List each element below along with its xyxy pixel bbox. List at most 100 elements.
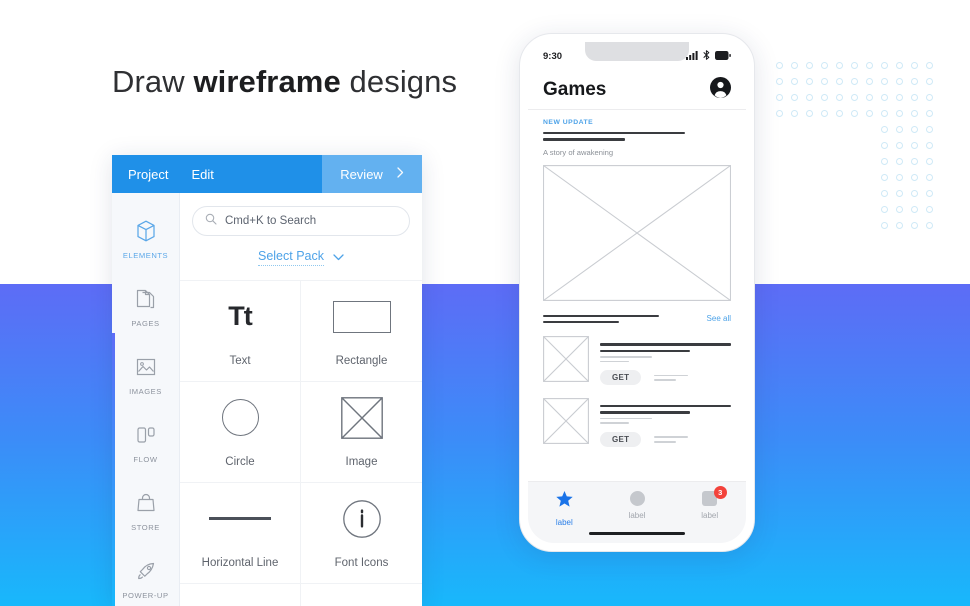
decorative-dot [896, 190, 903, 197]
decorative-dot [896, 110, 903, 117]
decorative-dot [881, 174, 888, 181]
element-label: Horizontal Line [201, 556, 279, 569]
decorative-dot [911, 78, 918, 85]
select-pack-dropdown[interactable]: Select Pack [180, 249, 422, 266]
decorative-dot [791, 126, 798, 133]
decorative-dot [926, 174, 933, 181]
list-bar-4 [600, 422, 629, 424]
decorative-dot [866, 142, 873, 149]
list-action-row: GET [600, 370, 731, 386]
decorative-dot [821, 158, 828, 165]
status-time: 9:30 [543, 50, 563, 62]
decorative-dot [866, 222, 873, 229]
decorative-dot [911, 190, 918, 197]
headline-suffix: designs [340, 64, 458, 99]
dot-row [776, 94, 941, 110]
decorative-dot [806, 142, 813, 149]
review-button[interactable]: Review [322, 155, 422, 193]
meta-bar-2 [654, 379, 677, 381]
headline-bar-short [543, 138, 625, 141]
element-art: Tt [228, 296, 253, 338]
decorative-dot [911, 142, 918, 149]
see-all-link[interactable]: See all [707, 314, 731, 323]
hero-image-placeholder[interactable] [543, 164, 731, 301]
tab-item[interactable]: label [528, 491, 601, 527]
decorative-dot [926, 110, 933, 117]
list-meta-bars [654, 374, 689, 381]
sidebar-item-power-up[interactable]: POWER-UP [112, 545, 179, 606]
decorative-dot [881, 94, 888, 101]
decorative-dot [866, 126, 873, 133]
menu-project[interactable]: Project [128, 167, 168, 182]
app-body: ELEMENTS PAGES IMAGES FLOW STORE POWER-U… [112, 193, 422, 606]
decorative-dot [821, 110, 828, 117]
decorative-dot [851, 190, 858, 197]
element-tile[interactable]: Image [301, 381, 422, 482]
decorative-dot [821, 174, 828, 181]
sidebar-item-images[interactable]: IMAGES [112, 341, 179, 409]
element-tile[interactable]: Tt Text [180, 280, 301, 381]
decorative-dot [896, 62, 903, 69]
element-label: Image [345, 455, 378, 468]
list-action-row: GET [600, 431, 731, 447]
element-label: Rectangle [335, 354, 388, 367]
app-list-item[interactable]: GET [543, 336, 731, 386]
decorative-dot [926, 62, 933, 69]
decorative-dot [776, 94, 783, 101]
search-input[interactable]: Cmd+K to Search [192, 206, 410, 236]
sidebar-label-flow: FLOW [133, 455, 158, 464]
tab-item[interactable]: label [601, 491, 674, 520]
menu-edit[interactable]: Edit [191, 167, 213, 182]
decorative-dot [836, 78, 843, 85]
element-tile[interactable]: Font Icons [301, 482, 422, 583]
feature-caption: A story of awakening [543, 147, 614, 157]
decorative-dot [926, 94, 933, 101]
decorative-dot [866, 110, 873, 117]
sidebar-item-elements[interactable]: ELEMENTS [112, 205, 179, 273]
app-list-item[interactable]: GET [543, 398, 731, 447]
decorative-dot [836, 190, 843, 197]
dot-row [776, 174, 941, 190]
decorative-dot [806, 126, 813, 133]
decorative-dot [851, 174, 858, 181]
sidebar-item-pages[interactable]: PAGES [112, 273, 179, 341]
element-tile[interactable]: Horizontal Line [180, 482, 301, 583]
get-button[interactable]: GET [600, 431, 642, 447]
decorative-dot [806, 158, 813, 165]
decorative-dot [836, 158, 843, 165]
decorative-dot [806, 190, 813, 197]
decorative-dot [881, 190, 888, 197]
dot-row [776, 206, 941, 222]
section-bar-long [543, 314, 659, 318]
tab-item[interactable]: 3 label [673, 486, 746, 520]
decorative-dot [806, 94, 813, 101]
phone-header: Games [528, 70, 746, 110]
sidebar-item-flow[interactable]: FLOW [112, 409, 179, 477]
decorative-dot [791, 62, 798, 69]
phone-title: Games [543, 78, 607, 100]
decorative-dot [896, 78, 903, 85]
decorative-dot [776, 158, 783, 165]
bluetooth-icon [703, 47, 710, 65]
decorative-dot [791, 222, 798, 229]
review-label: Review [340, 166, 383, 182]
decorative-dot [806, 174, 813, 181]
shopping-bag-icon [133, 490, 159, 516]
app-list: GET GET [543, 336, 731, 447]
decorative-dot [911, 110, 918, 117]
home-indicator [589, 531, 685, 535]
element-tile[interactable] [180, 583, 301, 606]
element-tile[interactable]: Rectangle [301, 280, 422, 381]
decorative-dot [851, 110, 858, 117]
get-button[interactable]: GET [600, 370, 642, 386]
sidebar-item-store[interactable]: STORE [112, 477, 179, 545]
element-tile[interactable] [301, 583, 422, 606]
phone-mockup: 9:30 Games NEW UPDATE A story of awakeni… [519, 33, 755, 552]
element-tile[interactable]: Circle [180, 381, 301, 482]
image-placeholder-icon [340, 396, 383, 439]
decorative-dot [896, 158, 903, 165]
decorative-dot [866, 94, 873, 101]
account-circle-icon[interactable] [710, 76, 731, 103]
decorative-dot [776, 142, 783, 149]
list-item-body: GET [600, 398, 731, 447]
